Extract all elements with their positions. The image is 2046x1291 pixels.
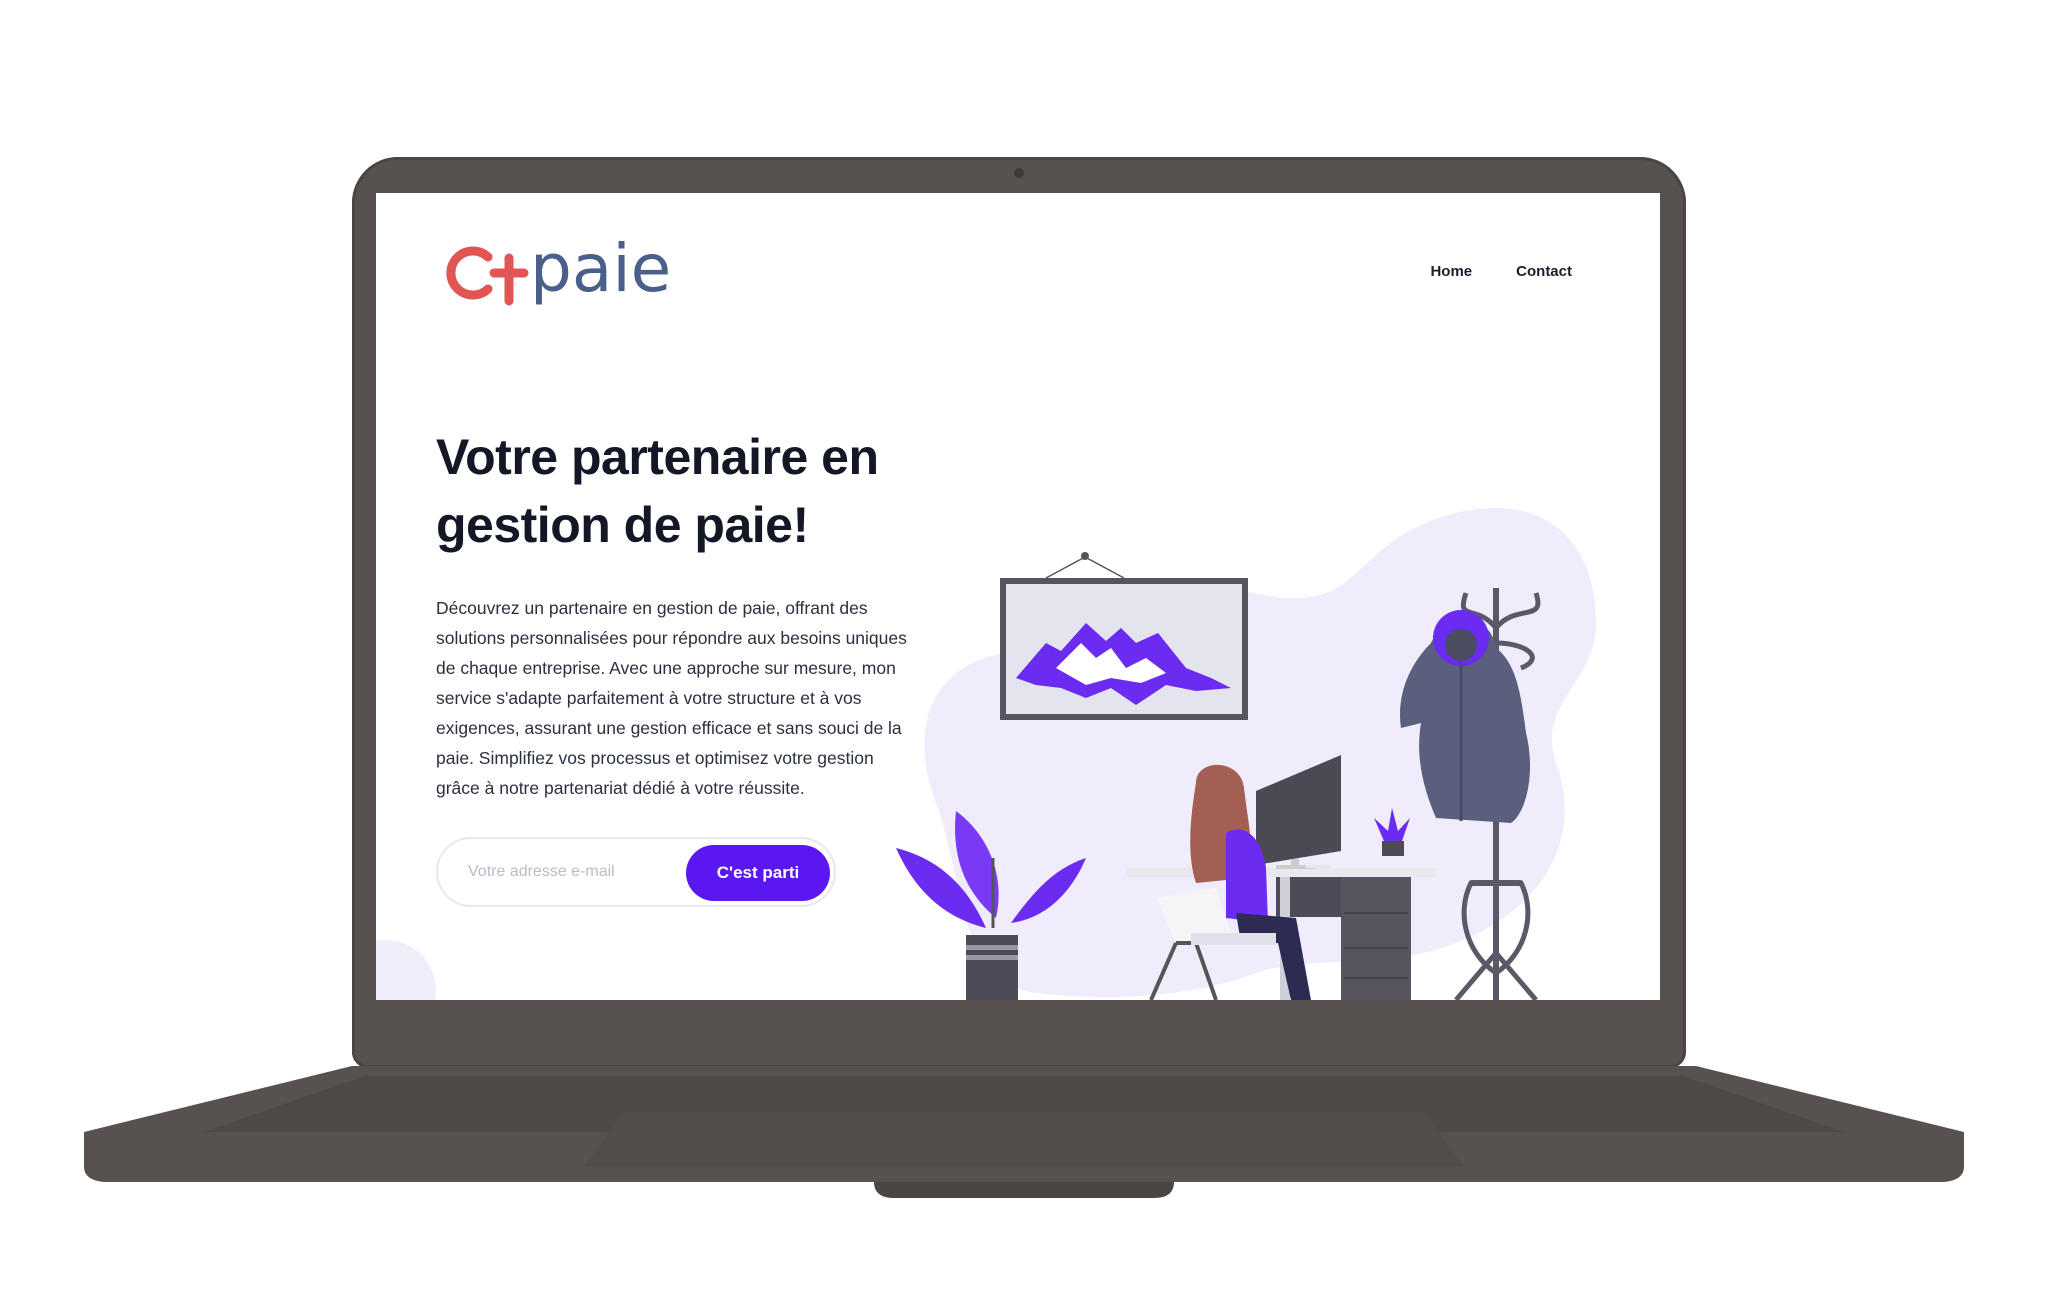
cta-button[interactable]: C'est parti bbox=[686, 845, 830, 901]
webcam-icon bbox=[1014, 168, 1024, 178]
email-signup-form: C'est parti bbox=[436, 837, 836, 907]
email-input[interactable] bbox=[466, 862, 690, 882]
decorative-blob bbox=[376, 940, 436, 1000]
hero-description: Découvrez un partenaire en gestion de pa… bbox=[436, 598, 907, 798]
nav-home-link[interactable]: Home bbox=[1430, 263, 1472, 280]
website-screen: paie Home Contact Votre partenaire en ge… bbox=[376, 193, 1660, 1000]
office-illustration bbox=[896, 507, 1596, 1000]
mountain-painting-icon bbox=[1000, 552, 1248, 720]
top-nav: Home Contact bbox=[1430, 263, 1572, 280]
nav-contact-link[interactable]: Contact bbox=[1516, 263, 1572, 280]
laptop-base bbox=[84, 1066, 1964, 1198]
logo-text: paie bbox=[530, 230, 671, 307]
hero-title: Votre partenaire en gestion de paie! bbox=[436, 429, 879, 553]
cplus-paie-logo[interactable]: paie bbox=[436, 223, 716, 323]
